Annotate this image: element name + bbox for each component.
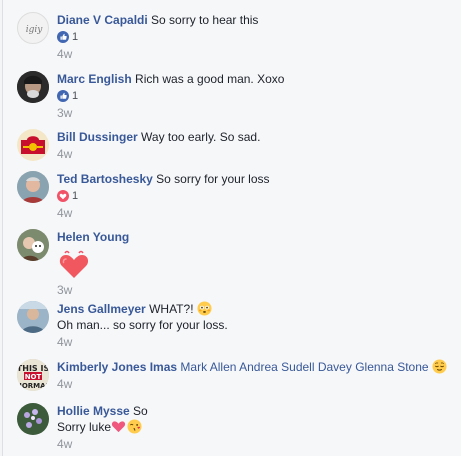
like-icon xyxy=(57,31,69,43)
timestamp[interactable]: 4w xyxy=(57,46,458,62)
relieved-face-icon xyxy=(432,359,447,374)
mention-glenna-stone[interactable]: Glenna Stone xyxy=(355,360,428,374)
commenter-name[interactable]: Hollie Mysse xyxy=(57,404,130,418)
comments-panel: igiy Diane V Capaldi So sorry to hear th… xyxy=(2,0,461,456)
comment-text-line-2: Sorry luke xyxy=(57,420,112,434)
timestamp[interactable]: 4w xyxy=(57,334,458,350)
reaction-summary[interactable]: 1 xyxy=(57,88,458,104)
commenter-name[interactable]: Ted Bartoshesky xyxy=(57,172,153,186)
love-reaction-icon xyxy=(57,190,69,202)
reaction-count: 1 xyxy=(72,90,79,102)
heart-icon xyxy=(111,419,126,434)
commenter-name[interactable]: Marc English xyxy=(57,72,132,86)
comment-text: WHAT?! xyxy=(149,302,194,316)
comment-text: Rich was a good man. Xoxo xyxy=(135,72,285,86)
timestamp[interactable]: 3w xyxy=(57,105,458,121)
avatar[interactable]: igiy xyxy=(17,12,49,44)
svg-text:igiy: igiy xyxy=(26,25,44,35)
timestamp[interactable]: 4w xyxy=(57,146,458,162)
comment-text-line-2: Oh man... so sorry for your loss. xyxy=(57,318,228,332)
reaction-count: 1 xyxy=(72,190,79,202)
svg-text:NORMAL: NORMAL xyxy=(17,382,49,390)
beating-heart-icon xyxy=(57,247,91,281)
avatar[interactable] xyxy=(17,403,49,435)
svg-text:NOT: NOT xyxy=(25,373,42,381)
commenter-name[interactable]: Kimberly Jones Imas xyxy=(57,360,177,374)
comment-text: So xyxy=(133,404,148,418)
comment-text: So sorry for your loss xyxy=(156,172,270,186)
mention-mark-allen[interactable]: Mark Allen xyxy=(180,360,236,374)
reaction-summary[interactable]: 1 xyxy=(57,29,458,45)
svg-text:THIS IS: THIS IS xyxy=(17,364,49,373)
avatar[interactable] xyxy=(17,129,49,161)
timestamp[interactable]: 3w xyxy=(57,282,458,298)
comment-text: So sorry to hear this xyxy=(151,13,259,27)
mention-andrea-sudell-davey[interactable]: Andrea Sudell Davey xyxy=(239,360,352,374)
reaction-count: 1 xyxy=(72,31,79,43)
like-icon xyxy=(57,90,69,102)
commenter-name[interactable]: Bill Dussinger xyxy=(57,130,138,144)
comment-text: Way too early. So sad. xyxy=(141,130,261,144)
timestamp[interactable]: 4w xyxy=(57,205,458,221)
commenter-name[interactable]: Jens Gallmeyer xyxy=(57,302,146,316)
commenter-name[interactable]: Helen Young xyxy=(57,230,129,244)
kissing-face-icon xyxy=(127,419,142,434)
avatar[interactable] xyxy=(17,229,49,261)
avatar[interactable]: THIS IS NOT NORMAL xyxy=(17,359,49,391)
flushed-face-icon xyxy=(197,301,212,316)
timestamp[interactable]: 4w xyxy=(57,436,458,452)
avatar[interactable] xyxy=(17,71,49,103)
avatar[interactable] xyxy=(17,301,49,333)
commenter-name[interactable]: Diane V Capaldi xyxy=(57,13,148,27)
avatar[interactable] xyxy=(17,171,49,203)
timestamp[interactable]: 4w xyxy=(57,376,458,392)
reaction-summary[interactable]: 1 xyxy=(57,188,458,204)
